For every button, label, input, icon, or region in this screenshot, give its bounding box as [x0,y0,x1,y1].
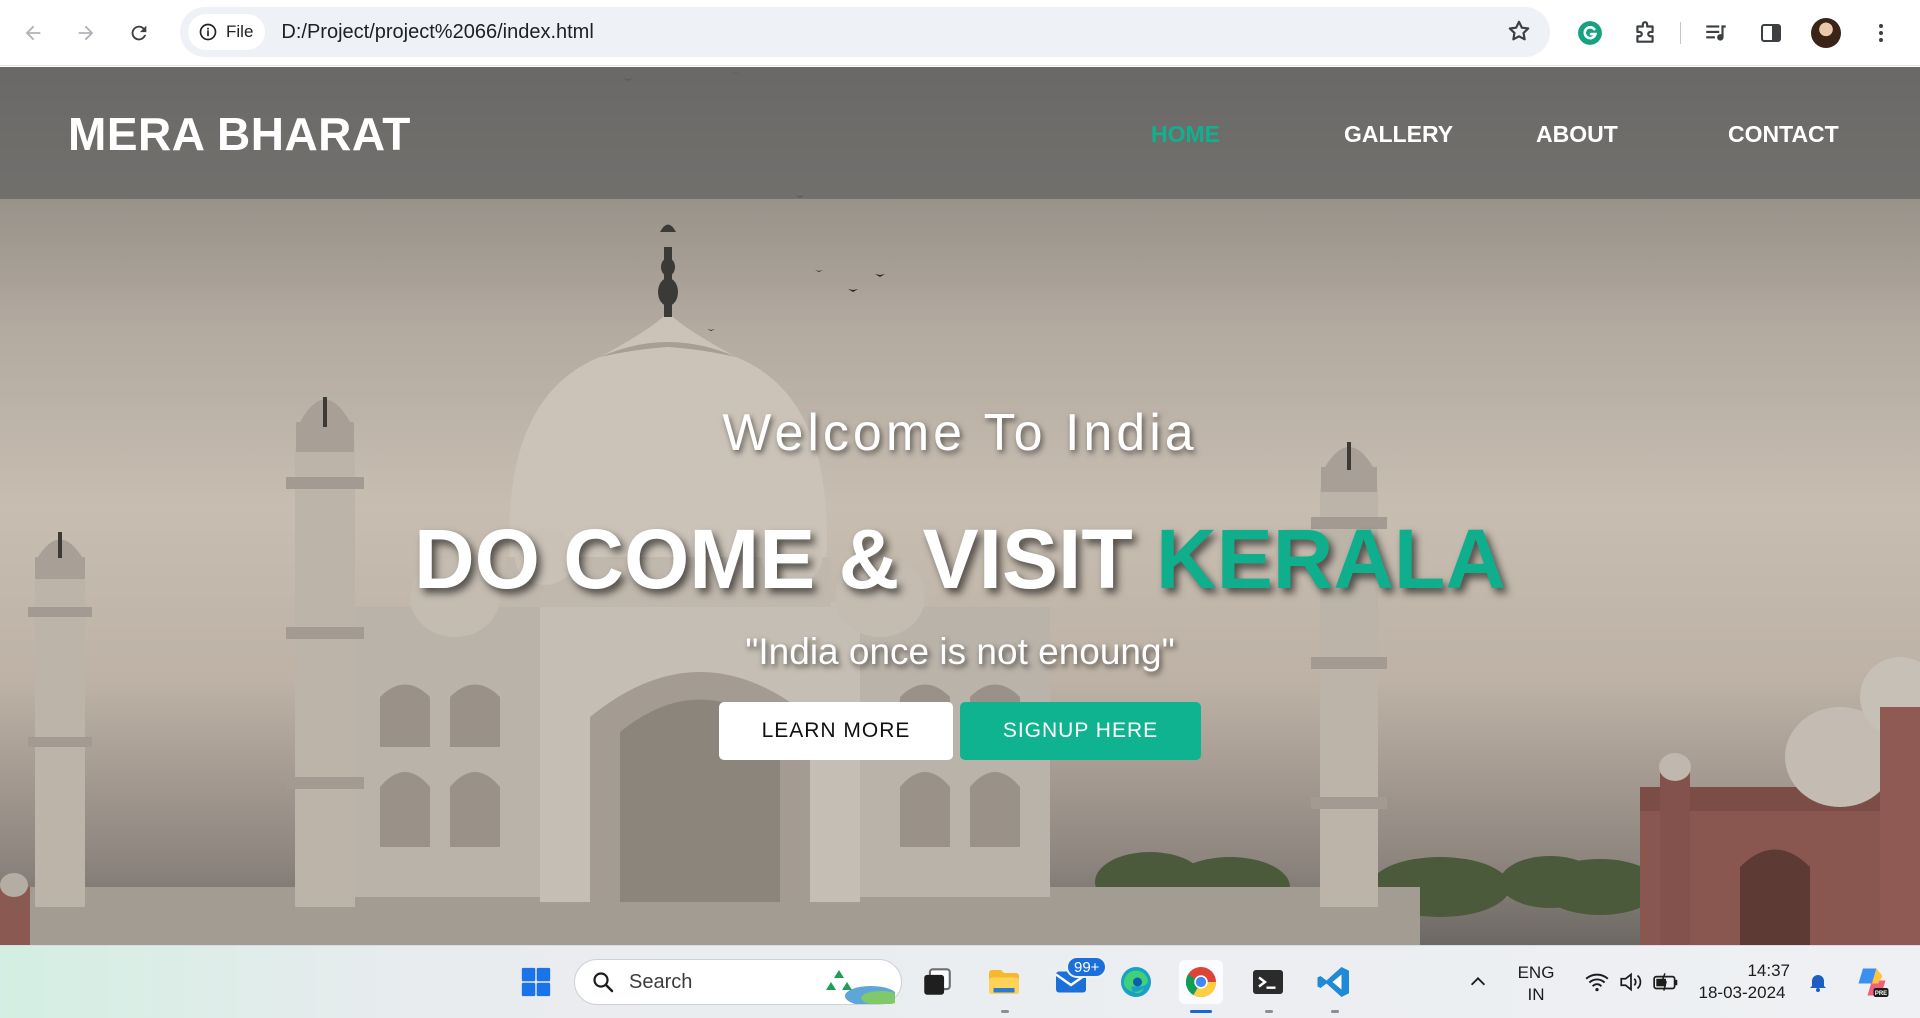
clock-time: 14:37 [1747,961,1790,980]
windows-start-icon [521,967,551,997]
copilot-button[interactable]: PRE [1850,960,1894,1004]
puzzle-icon [1636,21,1654,43]
bookmark-button[interactable] [1506,18,1532,49]
star-icon [1508,20,1530,41]
site-chip-label: File [226,22,254,41]
volume-icon [1620,972,1642,992]
url-text[interactable]: D:/Project/project%2066/index.html [281,21,593,44]
reload-button[interactable] [119,13,159,53]
file-explorer-running-indicator [1001,1010,1009,1013]
clock-date: 18-03-2024 [1698,983,1786,1002]
hero-title: DO COME & VISIT KERALA [0,511,1920,608]
show-hidden-icons-button[interactable] [1456,960,1500,1004]
notifications-button[interactable] [1796,960,1840,1004]
site-logo[interactable]: MERA BHARAT [68,107,411,161]
edge-button[interactable] [1114,960,1158,1004]
nav-link-about[interactable]: ABOUT [1536,121,1618,148]
terminal-button[interactable] [1246,960,1290,1004]
hero-quote: "India once is not enoung" [745,631,1175,672]
start-button[interactable] [514,960,558,1004]
address-bar[interactable]: File D:/Project/project%2066/index.html [180,7,1550,57]
learn-more-button[interactable]: LEARN MORE [719,702,953,760]
vscode-running-indicator [1331,1010,1339,1013]
arrow-right-icon [78,25,94,40]
forward-button[interactable] [66,13,106,53]
chrome-menu-button[interactable] [1861,13,1901,53]
task-view-icon [924,968,951,995]
language-indicator[interactable]: ENG IN [1510,962,1562,1006]
avatar [1811,18,1841,48]
quick-settings-button[interactable] [1572,960,1692,1004]
chevron-up-icon [1470,977,1486,986]
hero-welcome-text: Welcome To India [722,404,1198,462]
webpage-viewport: MERA BHARAT HOME GALLERY ABOUT CONTACT W… [0,67,1920,945]
svg-text:PRE: PRE [1875,991,1887,997]
nav-link-home[interactable]: HOME [1151,121,1220,148]
recycle-highlight-icon [826,970,895,1004]
terminal-running-indicator [1265,1010,1273,1013]
language-label: ENG [1517,963,1555,982]
file-explorer-icon [989,970,1019,994]
profile-button[interactable] [1806,13,1846,53]
file-explorer-button[interactable] [982,960,1026,1004]
site-navbar: MERA BHARAT HOME GALLERY ABOUT CONTACT [0,67,1920,199]
grammarly-extension-button[interactable] [1570,13,1610,53]
browser-toolbar: File D:/Project/project%2066/index.html [0,0,1920,66]
vscode-icon [1317,967,1349,997]
reload-icon [131,25,147,40]
extensions-button[interactable] [1625,13,1665,53]
side-panel-icon [1761,24,1781,42]
toolbar-divider [1680,22,1681,44]
site-info-chip[interactable]: File [188,14,266,50]
signup-button[interactable]: SIGNUP HERE [960,702,1201,760]
search-placeholder: Search [629,970,693,993]
bell-icon [1810,975,1826,992]
info-icon [199,23,217,41]
chrome-icon [1185,967,1217,998]
nav-link-contact[interactable]: CONTACT [1728,121,1839,148]
battery-icon [1653,973,1678,991]
windows-taskbar: Search 99+ ENG IN 14:37 18-03-2024 PRE [0,945,1920,1018]
side-panel-button[interactable] [1751,13,1791,53]
arrow-left-icon [25,25,41,40]
edge-icon [1121,967,1151,997]
back-button[interactable] [13,13,53,53]
terminal-icon [1253,970,1283,994]
task-view-button[interactable] [915,960,959,1004]
kebab-menu-icon [1879,24,1883,42]
search-icon [593,972,614,993]
media-controls-button[interactable] [1696,13,1736,53]
playlist-icon [1706,25,1726,41]
clock[interactable]: 14:37 18-03-2024 [1694,960,1790,1004]
nav-link-gallery[interactable]: GALLERY [1344,121,1453,148]
extensions-area [1570,13,1916,53]
chrome-button[interactable] [1179,960,1223,1004]
wifi-icon [1585,973,1609,992]
taskbar-search-box[interactable]: Search [574,959,902,1005]
grammarly-icon [1578,21,1602,45]
hero-title-main: DO COME & VISIT [413,512,1133,606]
hero-title-accent: KERALA [1156,512,1507,606]
region-label: IN [1527,985,1545,1004]
vscode-button[interactable] [1312,960,1356,1004]
chrome-active-indicator [1190,1010,1212,1013]
copilot-icon: PRE [1858,968,1889,997]
mail-unread-badge: 99+ [1066,956,1108,978]
